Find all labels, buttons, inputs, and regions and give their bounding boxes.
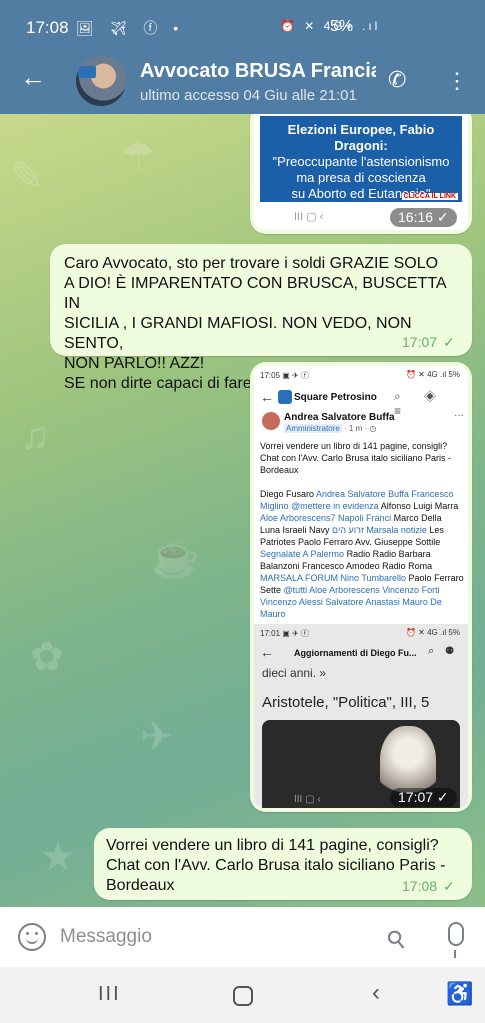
outgoing-message[interactable]: Vorrei vendere un libro di 141 pagine, c…: [94, 828, 472, 900]
post-meta: Amministratore · 1 m · ◷: [284, 424, 376, 433]
nested-header: ← Aggiornamenti di Diego Fu... ⌕ ⚉: [254, 642, 468, 664]
post-tags: Diego Fusaro Andrea Salvatore Buffa Fran…: [260, 488, 464, 620]
home-icon[interactable]: [233, 986, 253, 1006]
message-time: 17:07 ✓: [390, 788, 457, 807]
message-meta: 17:07 ✓: [402, 334, 455, 351]
screenshot-status-icons: ⏰ ✕ 4G .ıl 5%: [405, 370, 460, 379]
message-line: Caro Avvocato, sto per trovare i soldi G…: [64, 255, 439, 272]
news-title: Elezioni Europee, Fabio Dragoni:: [287, 122, 435, 153]
system-back-icon[interactable]: ‹: [372, 979, 380, 1007]
contact-name[interactable]: Avvocato BRUSA Francia: [140, 60, 376, 83]
message-meta: 17:08 ✓: [402, 878, 455, 895]
back-arrow-icon: ←: [260, 644, 274, 660]
image-message[interactable]: Elezioni Europee, Fabio Dragoni: "Preocc…: [250, 114, 472, 234]
chat-background: ✎ ☂ ♫ ☕ ✿ ✈ ★ Elezioni Europee, Fabio Dr…: [0, 114, 485, 907]
group-icon: [278, 390, 292, 404]
phone-icon[interactable]: ✆: [388, 67, 414, 93]
doodle-icon: ★: [40, 835, 76, 879]
chat-header: ← Avvocato BRUSA Francia ultimo accesso …: [0, 40, 485, 114]
doodle-icon: ♫: [20, 414, 50, 458]
author-avatar: [262, 412, 280, 430]
tag-text: Alfonso Luigi Marra: [378, 501, 459, 511]
message-time: 17:07: [402, 334, 438, 350]
screenshot-nav-glyphs: III ▢ ‹: [294, 211, 324, 223]
news-line: "Preoccupante l'astensionismo: [272, 154, 450, 169]
message-time: 16:16 ✓: [390, 208, 457, 227]
screenshot-image[interactable]: 17:05 ▣ ✈ ⓕ ⏰ ✕ 4G .ıl 5% ← Square Petro…: [254, 366, 468, 808]
post-text: Vorrei vendere un libro di 141 pagine, c…: [260, 441, 451, 475]
notification-icons: 🖼 ✈ ⓕ •: [76, 20, 185, 36]
news-link-label: CLICCA IL LINK: [401, 193, 458, 200]
message-line: Chat con l'Avv. Carlo Brusa italo sicili…: [106, 857, 446, 874]
outgoing-message[interactable]: Caro Avvocato, sto per trovare i soldi G…: [50, 244, 472, 392]
message-input-bar: Messaggio ⚲: [0, 907, 485, 967]
message-line: Vorrei vendere un libro di 141 pagine, c…: [106, 837, 439, 854]
group-header: ← Square Petrosino ⌕ ◈ ≡: [254, 384, 468, 418]
message-time: 17:08: [402, 878, 438, 894]
tag-text: Diego Fusaro: [260, 489, 317, 499]
tag-link: Aloe Arborescens7 Napoli Franci: [260, 513, 392, 523]
emoji-icon[interactable]: [18, 923, 46, 951]
screenshot-status-time: 17:05 ▣ ✈ ⓕ: [260, 371, 309, 380]
nested-tools-icons: ⌕ ⚉: [428, 645, 458, 657]
post-age: · 1 m · ◷: [344, 424, 377, 433]
battery-level: 5%: [330, 18, 354, 35]
message-line: SICILIA , I GRANDI MAFIOSI. NON VEDO, NO…: [64, 315, 412, 352]
message-line: A DIO! È IMPARENTATO CON BRUSCA, BUSCETT…: [64, 275, 446, 312]
read-check-icon: ✓: [443, 878, 455, 894]
nested-status-icons: ⏰ ✕ 4G .ıl 5%: [405, 628, 460, 637]
tag-link: Segnalate A Palermo: [260, 549, 345, 559]
recent-apps-icon[interactable]: III: [98, 983, 121, 1006]
doodle-icon: ✎: [10, 155, 44, 199]
more-vertical-icon[interactable]: ⋮: [446, 68, 468, 94]
screenshot-nav-glyphs: III ▢ ‹: [294, 794, 321, 805]
read-check-icon: ✓: [443, 334, 455, 350]
tag-link: MARSALA FORUM Nino Tumbarello: [260, 573, 407, 583]
post-more-icon: ···: [454, 410, 464, 421]
admin-badge: Amministratore: [284, 424, 342, 433]
accessibility-icon[interactable]: ♿: [446, 981, 473, 1007]
tag-link: @tutti Aloe Arborescens Vincenzo Forti V…: [260, 585, 442, 619]
group-name: Square Petrosino: [294, 392, 377, 403]
last-seen-status: ultimo accesso 04 Giu alle 21:01: [140, 87, 357, 104]
image-message[interactable]: 17:05 ▣ ✈ ⓕ ⏰ ✕ 4G .ıl 5% ← Square Petro…: [250, 362, 472, 812]
nested-status-time: 17:01 ▣ ✈ ⓕ: [260, 629, 309, 638]
microphone-icon[interactable]: [448, 922, 464, 958]
news-banner: Elezioni Europee, Fabio Dragoni: "Preocc…: [260, 116, 462, 202]
back-arrow-icon: ←: [260, 389, 274, 405]
news-line: ma presa di coscienza: [296, 170, 426, 185]
system-nav-bar: III ‹ ♿: [0, 967, 485, 1023]
doodle-icon: ✈: [140, 715, 174, 759]
nested-screenshot: 17:01 ▣ ✈ ⓕ ⏰ ✕ 4G .ıl 5% ← Aggiornament…: [254, 624, 468, 808]
contact-avatar[interactable]: [76, 56, 126, 106]
paperclip-icon[interactable]: ⚲: [381, 918, 418, 956]
post-author: Andrea Salvatore Buffa: [284, 412, 395, 423]
quote-source: Aristotele, "Politica", III, 5: [262, 694, 430, 711]
tag-link: זרוע הים Marsala notizie: [332, 525, 427, 535]
nested-title: Aggiornamenti di Diego Fu...: [294, 648, 417, 658]
status-time: 17:08: [26, 18, 69, 37]
back-arrow-icon[interactable]: ←: [18, 62, 48, 92]
doodle-icon: ✿: [30, 635, 64, 679]
doodle-icon: ☂: [120, 135, 156, 179]
quote-text: dieci anni. »: [262, 666, 327, 680]
message-input[interactable]: Messaggio: [60, 926, 152, 948]
doodle-icon: ☕: [150, 536, 200, 580]
